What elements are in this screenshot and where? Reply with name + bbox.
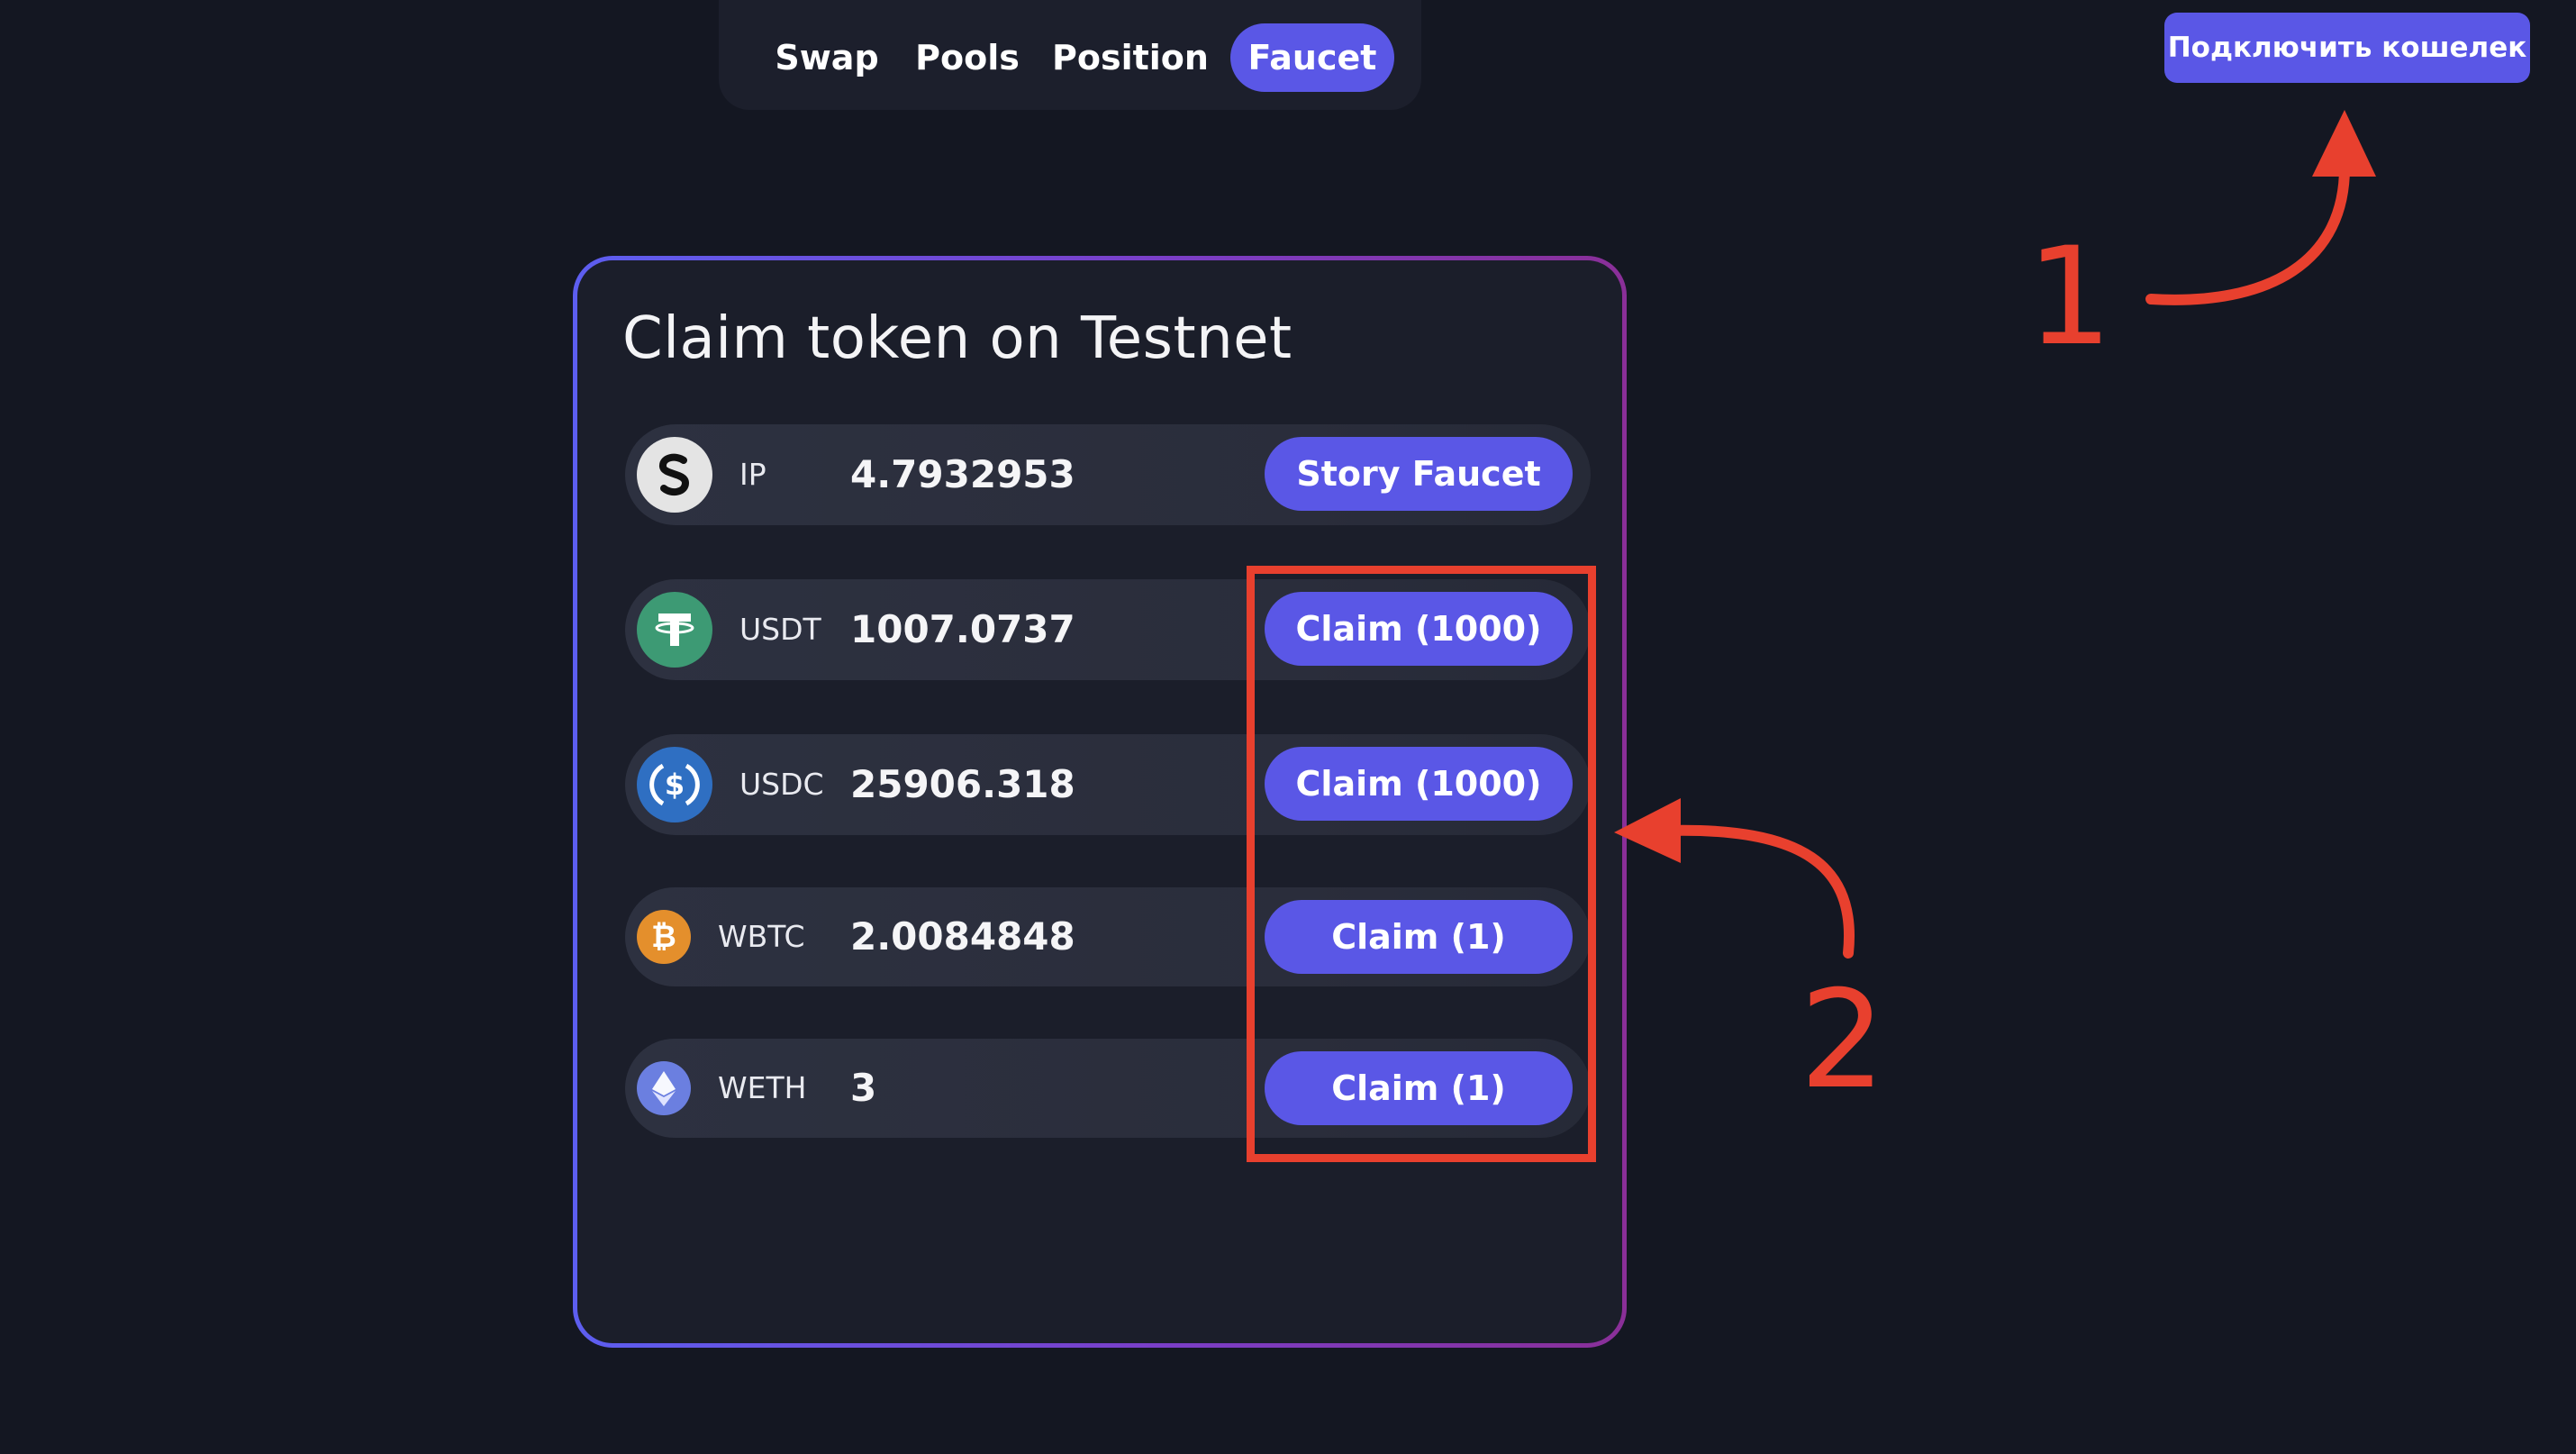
annotation-arrowhead-2: [1614, 798, 1681, 863]
annotation-arrow-2: [1661, 824, 1855, 959]
annotation-arrows: [1614, 110, 2376, 959]
annotation-arrowhead-1: [2312, 110, 2376, 177]
annotation-arrow-1: [2145, 159, 2351, 305]
